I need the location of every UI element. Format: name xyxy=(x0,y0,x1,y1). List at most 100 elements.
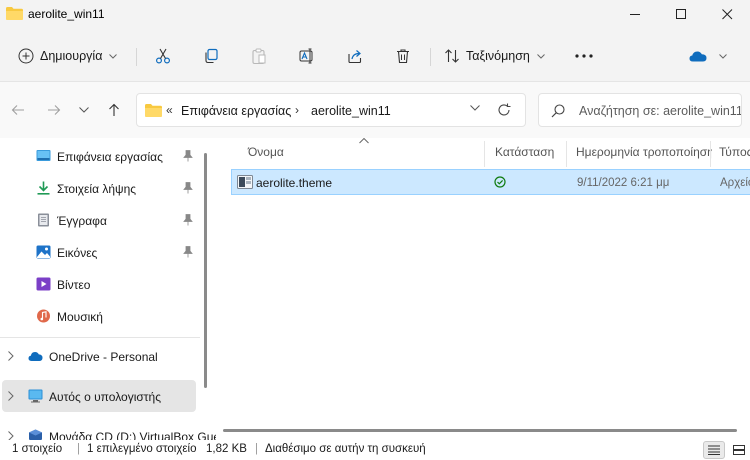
nav-item-downloads[interactable]: Στοιχεία λήψης xyxy=(0,172,200,204)
desktop-icon xyxy=(36,150,51,161)
scissors-icon xyxy=(155,48,171,64)
copy-button[interactable] xyxy=(195,41,227,71)
nav-item-this-pc[interactable]: Αυτός ο υπολογιστής xyxy=(2,380,196,412)
column-header-date-modified[interactable]: Ημερομηνία τροποποίησης xyxy=(576,145,712,159)
cut-button[interactable] xyxy=(147,41,179,71)
maximize-button[interactable] xyxy=(658,0,704,28)
pin-icon[interactable] xyxy=(183,214,193,226)
column-divider[interactable] xyxy=(710,141,711,167)
trash-icon xyxy=(397,49,409,64)
nav-item-label: Έγγραφα xyxy=(57,214,107,228)
arrow-up-icon xyxy=(109,103,119,116)
search-box[interactable]: Αναζήτηση σε: aerolite_win11 xyxy=(538,93,742,127)
file-type: Αρχείο θέματος xyxy=(720,177,750,189)
tiles-view-button[interactable] xyxy=(728,441,750,459)
nav-item-label: OneDrive - Personal xyxy=(49,350,158,364)
chevron-down-icon[interactable] xyxy=(470,105,480,111)
address-row: « Επιφάνεια εργασίας › aerolite_win11 Αν… xyxy=(0,82,750,138)
onedrive-button[interactable] xyxy=(682,41,734,71)
chevron-down-icon xyxy=(719,53,727,59)
share-button[interactable] xyxy=(339,41,371,71)
title-bar: aerolite_win11 xyxy=(0,0,750,30)
chevron-down-icon xyxy=(537,53,545,59)
file-row[interactable]: aerolite.theme 9/11/2022 6:21 μμ Αρχείο … xyxy=(231,169,750,195)
search-icon xyxy=(551,104,565,118)
chevron-right-icon[interactable] xyxy=(8,431,14,440)
nav-item-desktop[interactable]: Επιφάνεια εργασίας xyxy=(0,140,200,172)
pin-icon[interactable] xyxy=(183,150,193,162)
pin-icon[interactable] xyxy=(183,182,193,194)
sort-icon xyxy=(445,49,459,63)
music-icon xyxy=(37,309,50,323)
minimize-button[interactable] xyxy=(612,0,658,28)
theme-file-icon xyxy=(237,175,253,189)
minimize-icon xyxy=(629,13,640,15)
file-date-modified: 9/11/2022 6:21 μμ xyxy=(577,177,670,189)
breadcrumb-separator[interactable]: › xyxy=(295,103,299,117)
maximize-icon xyxy=(675,8,686,19)
forward-button[interactable] xyxy=(42,98,66,122)
file-list: Όνομα Κατάσταση Ημερομηνία τροποποίησης … xyxy=(216,138,750,440)
sort-button[interactable]: Ταξινόμηση xyxy=(438,41,556,71)
nav-item-pictures[interactable]: Εικόνες xyxy=(0,236,200,268)
more-icon xyxy=(575,54,593,58)
close-button[interactable] xyxy=(704,0,750,28)
navigation-pane: Επιφάνεια εργασίας Στοιχεία λήψης Έγγραφ… xyxy=(0,138,216,440)
cd-drive-icon xyxy=(29,429,42,440)
search-input[interactable]: Αναζήτηση σε: aerolite_win11 xyxy=(579,104,741,118)
onedrive-cloud-icon xyxy=(689,51,707,62)
onedrive-icon xyxy=(28,352,43,361)
column-divider[interactable] xyxy=(484,141,485,167)
horizontal-scrollbar[interactable] xyxy=(216,422,750,440)
delete-button[interactable] xyxy=(387,41,419,71)
nav-item-videos[interactable]: Βίντεο xyxy=(0,268,200,300)
pictures-icon xyxy=(36,245,51,259)
chevron-down-icon xyxy=(79,107,89,113)
selected-count: 1 επιλεγμένο στοιχείο xyxy=(87,443,197,455)
column-divider[interactable] xyxy=(566,141,567,167)
documents-icon xyxy=(38,213,49,227)
status-bar: 1 στοιχείο | 1 επιλεγμένο στοιχείο 1,82 … xyxy=(0,440,750,460)
more-options-button[interactable] xyxy=(568,41,600,71)
rename-icon xyxy=(299,48,313,64)
status-divider: | xyxy=(255,443,258,455)
refresh-icon[interactable] xyxy=(497,103,511,117)
nav-item-documents[interactable]: Έγγραφα xyxy=(0,204,200,236)
column-header-name[interactable]: Όνομα xyxy=(248,145,284,159)
up-button[interactable] xyxy=(102,98,126,122)
download-icon xyxy=(37,181,50,195)
window-title: aerolite_win11 xyxy=(28,7,105,21)
command-bar: Δημιουργία Ταξινόμηση xyxy=(0,30,750,82)
this-pc-icon xyxy=(28,389,43,403)
paste-icon xyxy=(252,48,266,64)
nav-item-cd-drive[interactable]: Μονάδα CD (D:) VirtualBox Guest Addition… xyxy=(0,420,216,440)
nav-item-label: Μονάδα CD (D:) VirtualBox Guest Addition… xyxy=(49,430,216,440)
chevron-right-icon[interactable] xyxy=(8,351,14,361)
back-button[interactable] xyxy=(6,98,30,122)
nav-item-onedrive[interactable]: OneDrive - Personal xyxy=(0,340,200,372)
breadcrumb-overflow[interactable]: « xyxy=(166,103,173,117)
close-icon xyxy=(721,8,732,19)
nav-item-music[interactable]: Μουσική xyxy=(0,300,200,332)
folder-icon xyxy=(145,104,162,117)
details-view-button[interactable] xyxy=(703,441,725,459)
address-bar[interactable]: « Επιφάνεια εργασίας › aerolite_win11 xyxy=(136,93,526,127)
recent-locations-button[interactable] xyxy=(72,98,96,122)
breadcrumb-current-folder[interactable]: aerolite_win11 xyxy=(311,104,391,118)
breadcrumb-desktop[interactable]: Επιφάνεια εργασίας xyxy=(181,104,291,118)
item-count: 1 στοιχείο xyxy=(12,443,63,455)
pin-icon[interactable] xyxy=(183,246,193,258)
folder-icon xyxy=(6,7,23,20)
paste-button[interactable] xyxy=(243,41,275,71)
rename-button[interactable] xyxy=(291,41,323,71)
scrollbar-thumb[interactable] xyxy=(223,429,737,432)
column-header-status[interactable]: Κατάσταση xyxy=(495,145,554,159)
nav-scrollbar[interactable] xyxy=(204,153,207,388)
status-divider: | xyxy=(77,443,80,455)
column-header-type[interactable]: Τύπος xyxy=(719,145,750,159)
new-button[interactable]: Δημιουργία xyxy=(12,41,124,71)
nav-item-label: Αυτός ο υπολογιστής xyxy=(49,390,161,404)
arrow-left-icon xyxy=(11,105,24,115)
chevron-right-icon[interactable] xyxy=(8,391,14,401)
toolbar-divider xyxy=(136,48,137,66)
